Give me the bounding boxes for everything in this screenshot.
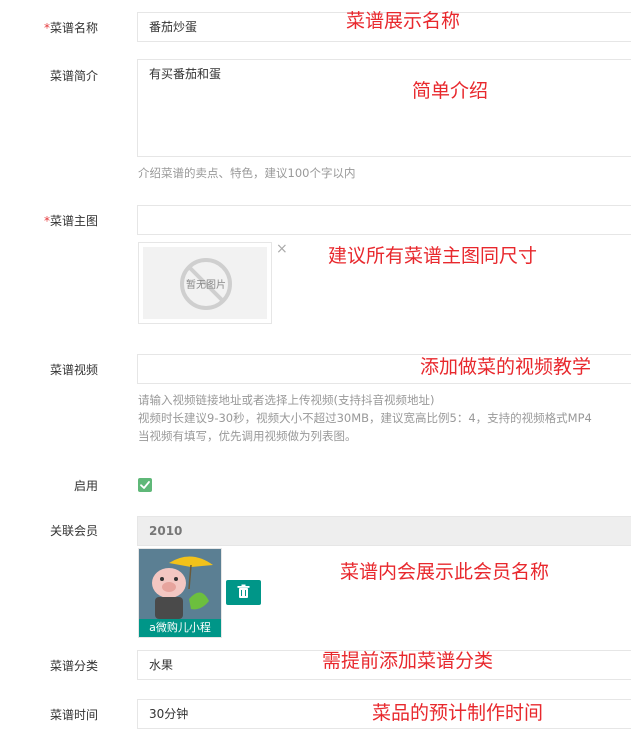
annotation-member: 菜谱内会展示此会员名称 <box>340 561 550 583</box>
enabled-label: 启用 <box>73 479 98 493</box>
category-label: 菜谱分类 <box>49 659 98 673</box>
member-readonly-field: 2010 <box>137 516 631 546</box>
annotation-time: 菜品的预计制作时间 <box>372 702 544 724</box>
no-image-icon: 暂无图片 <box>180 258 232 310</box>
name-label: *菜谱名称 <box>43 21 98 35</box>
enabled-checkbox[interactable] <box>138 478 152 492</box>
video-help-line-1: 请输入视频链接地址或者选择上传视频(支持抖音视频地址) <box>138 393 435 407</box>
check-icon <box>140 481 150 489</box>
video-help-line-3: 当视频有填写，优先调用视频做为列表图。 <box>138 429 357 443</box>
close-icon[interactable]: × <box>276 242 288 256</box>
image-placeholder: 暂无图片 <box>143 247 267 319</box>
member-label: 关联会员 <box>49 524 98 538</box>
image-preview[interactable]: 暂无图片 <box>138 242 272 324</box>
delete-avatar-button[interactable] <box>226 580 261 605</box>
intro-label: 菜谱简介 <box>49 69 98 83</box>
image-label: *菜谱主图 <box>43 214 98 228</box>
recipe-intro-textarea[interactable]: 有买番茄和蛋 <box>137 59 631 157</box>
recipe-image-input[interactable] <box>137 205 631 235</box>
intro-help-text: 介绍菜谱的卖点、特色，建议100个字以内 <box>138 166 356 180</box>
trash-icon <box>237 584 250 598</box>
annotation-image: 建议所有菜谱主图同尺寸 <box>328 245 538 267</box>
annotation-video: 添加做菜的视频教学 <box>420 356 592 378</box>
pig-avatar-image <box>139 549 221 621</box>
annotation-name: 菜谱展示名称 <box>346 10 461 32</box>
video-help-line-2: 视频时长建议9-30秒，视频大小不超过30MB，建议宽高比例5：4，支持的视频格… <box>138 411 592 425</box>
time-label: 菜谱时间 <box>49 708 98 722</box>
no-image-text: 暂无图片 <box>186 278 226 291</box>
avatar: a微购儿小程 <box>138 548 222 638</box>
annotation-category: 需提前添加菜谱分类 <box>322 650 494 672</box>
annotation-intro: 简单介绍 <box>412 80 489 102</box>
video-label: 菜谱视频 <box>49 363 98 377</box>
avatar-caption: a微购儿小程 <box>139 619 221 637</box>
